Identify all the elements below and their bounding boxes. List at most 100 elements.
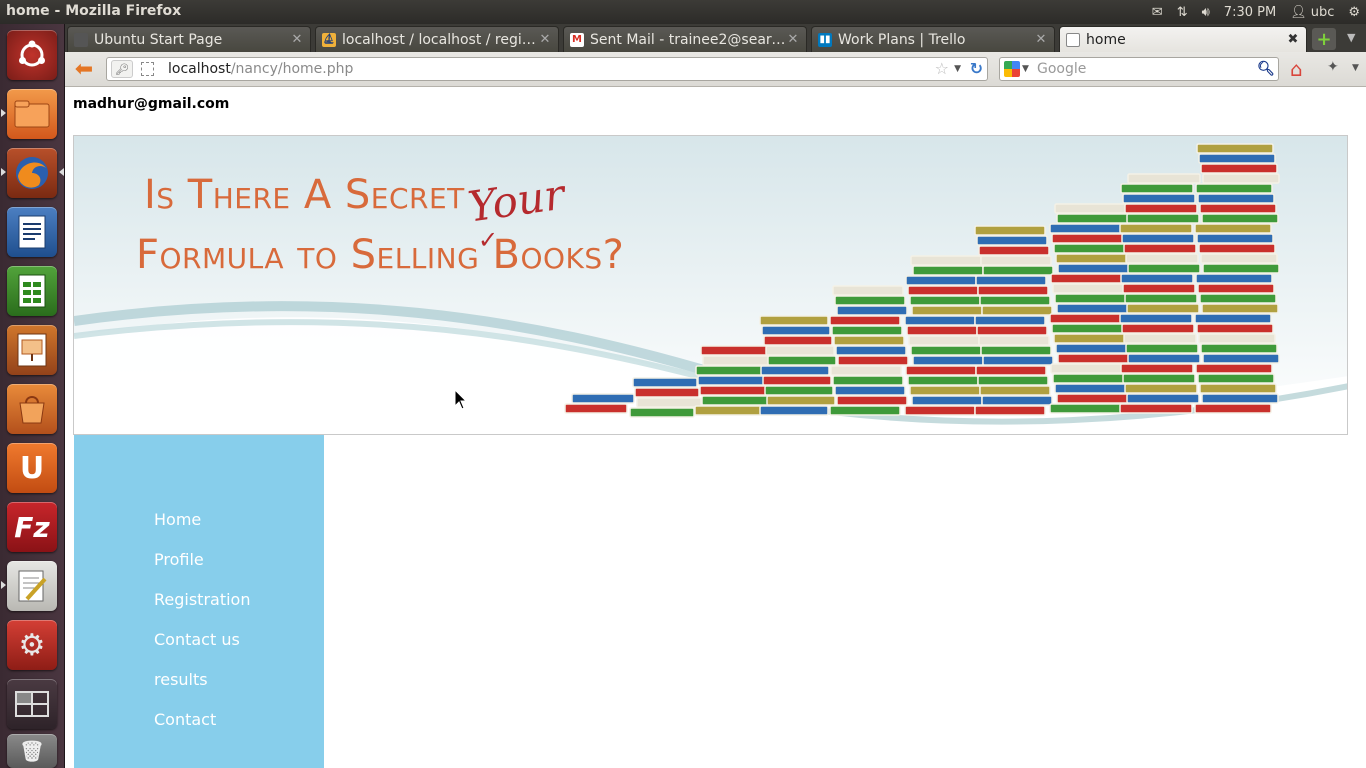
book — [1119, 403, 1193, 414]
book — [833, 335, 905, 346]
url-text[interactable]: localhost/nancy/home.php — [168, 61, 353, 77]
search-input[interactable]: Google — [1037, 61, 1086, 77]
book — [571, 393, 635, 404]
files-launcher-button[interactable] — [7, 89, 57, 139]
menu-item-contact-us[interactable]: Contact us — [154, 630, 250, 670]
addon-icon[interactable]: ✦ — [1327, 59, 1339, 75]
book — [1053, 243, 1127, 254]
book — [699, 385, 767, 396]
book — [636, 397, 702, 408]
book — [760, 365, 830, 376]
url-bar[interactable]: 🔑︎ localhost/nancy/home.php ☆ ▼ ↻ — [106, 57, 988, 81]
book — [763, 335, 833, 346]
list-all-tabs-button[interactable]: ▼ — [1347, 31, 1355, 44]
site-identity-icon[interactable]: 🔑︎ — [111, 60, 133, 78]
active-indicator — [59, 168, 64, 176]
tab-title: home — [1086, 31, 1126, 48]
search-bar[interactable]: ▼ Google 🔍︎ — [999, 57, 1279, 81]
book — [976, 325, 1048, 336]
book — [905, 275, 977, 286]
book — [564, 403, 628, 414]
ubuntu-one-launcher-button[interactable]: U — [7, 443, 57, 493]
book — [759, 405, 829, 416]
close-tab-icon[interactable]: ✕ — [1034, 32, 1048, 47]
back-button[interactable]: ⬅ — [71, 56, 97, 82]
book — [1201, 213, 1279, 224]
tab-home[interactable]: home ✖ — [1059, 26, 1307, 52]
menu-item-registration[interactable]: Registration — [154, 590, 250, 630]
bookmark-star-icon[interactable]: ☆ — [935, 59, 949, 78]
home-icon[interactable]: ⌂ — [1290, 57, 1303, 81]
google-engine-icon[interactable] — [1004, 61, 1020, 77]
trash-launcher-button[interactable]: 🗑︎ — [7, 734, 57, 768]
clock[interactable]: 7:30 PM — [1224, 5, 1276, 20]
book — [697, 375, 765, 386]
volume-indicator-icon[interactable]: 🔊︎ — [1202, 5, 1210, 20]
tab-ubuntu-start-page[interactable]: Ubuntu Start Page ✕ — [67, 26, 311, 52]
book — [1122, 373, 1196, 384]
url-host: localhost — [168, 61, 231, 77]
book — [1055, 253, 1129, 264]
menu-item-contact[interactable]: Contact — [154, 710, 250, 750]
close-tab-icon[interactable]: ✕ — [538, 32, 552, 47]
url-path: /nancy/home.php — [230, 61, 354, 77]
text-editor-launcher-button[interactable] — [7, 561, 57, 611]
user-icon: 👤︎ — [1290, 4, 1307, 20]
filezilla-launcher-button[interactable]: Fz — [7, 502, 57, 552]
book — [909, 295, 981, 306]
book — [1122, 283, 1196, 294]
book — [1201, 393, 1279, 404]
engine-dropdown-icon[interactable]: ▼ — [1022, 64, 1029, 74]
calc-launcher-button[interactable] — [7, 266, 57, 316]
book — [907, 375, 979, 386]
page-icon — [74, 32, 88, 47]
book — [975, 365, 1047, 376]
top-panel: home - Mozilla Firefox ✉ ⇅ 🔊︎ 7:30 PM 👤︎… — [0, 0, 1366, 24]
settings-launcher-button[interactable]: ⚙ — [7, 620, 57, 670]
book — [1052, 373, 1126, 384]
session-gear-icon[interactable]: ⚙ — [1348, 5, 1360, 20]
back-arrow-icon: ⬅ — [74, 56, 94, 82]
running-indicator — [1, 168, 6, 176]
book — [1197, 373, 1275, 384]
close-tab-icon[interactable]: ✕ — [290, 32, 304, 47]
addon-dropdown-icon[interactable]: ▼ — [1352, 63, 1359, 73]
book — [910, 345, 982, 356]
impress-launcher-button[interactable] — [7, 325, 57, 375]
reload-icon[interactable]: ↻ — [970, 59, 983, 78]
book — [832, 375, 904, 386]
text-editor-icon — [18, 570, 47, 602]
book — [829, 315, 901, 326]
tab-trello[interactable]: ▮▮ Work Plans | Trello ✕ — [811, 26, 1055, 52]
firefox-launcher-button[interactable] — [7, 148, 57, 198]
new-tab-button[interactable]: + — [1312, 28, 1336, 50]
tab-phpmyadmin[interactable]: ⛵︎ localhost / localhost / regis... ✕ — [315, 26, 559, 52]
writer-launcher-button[interactable] — [7, 207, 57, 257]
software-center-launcher-button[interactable] — [7, 384, 57, 434]
tab-gmail[interactable]: M Sent Mail - trainee2@searc... ✕ — [563, 26, 807, 52]
book — [978, 335, 1050, 346]
book — [702, 355, 770, 366]
book — [974, 315, 1046, 326]
close-tab-icon[interactable]: ✖ — [1286, 32, 1300, 47]
search-icon[interactable]: 🔍︎ — [1256, 59, 1276, 79]
history-dropdown-icon[interactable]: ▼ — [954, 64, 961, 74]
book — [1121, 233, 1195, 244]
menu-item-profile[interactable]: Profile — [154, 550, 250, 590]
menu-item-home[interactable]: Home — [154, 510, 250, 550]
book — [1202, 173, 1280, 184]
dash-home-button[interactable] — [7, 30, 57, 80]
user-menu[interactable]: 👤︎ ubc — [1290, 5, 1334, 20]
book — [907, 285, 979, 296]
workspace-switcher-button[interactable] — [7, 679, 57, 729]
book — [1053, 333, 1127, 344]
mail-indicator-icon[interactable]: ✉ — [1152, 5, 1163, 20]
settings-icon: ⚙ — [18, 627, 46, 663]
book — [701, 395, 769, 406]
tab-title: Work Plans | Trello — [838, 31, 966, 48]
network-indicator-icon[interactable]: ⇅ — [1177, 5, 1188, 20]
book — [1056, 393, 1130, 404]
book — [978, 245, 1050, 256]
menu-item-results[interactable]: results — [154, 670, 250, 710]
close-tab-icon[interactable]: ✕ — [786, 32, 800, 47]
